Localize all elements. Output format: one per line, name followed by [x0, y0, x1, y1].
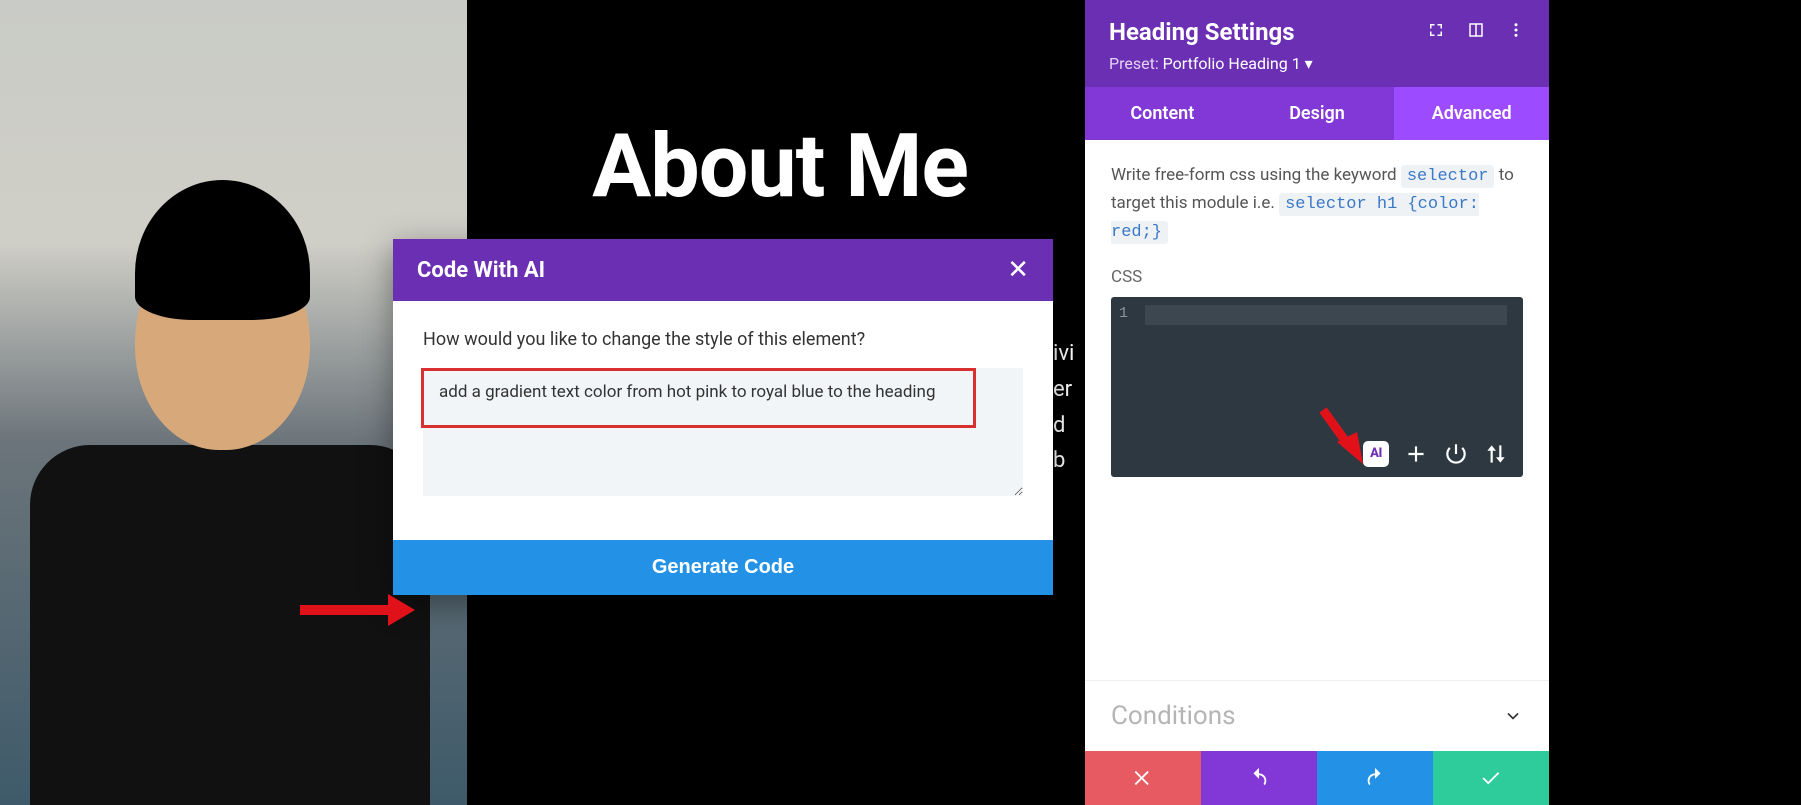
ai-modal-header: Code With AI ✕ [393, 239, 1053, 301]
conditions-label: Conditions [1111, 701, 1236, 731]
preset-line: Preset: Portfolio Heading 1 ▾ [1109, 54, 1525, 73]
css-editor[interactable]: 1 AI [1111, 297, 1523, 477]
tab-content[interactable]: Content [1085, 87, 1240, 140]
code-with-ai-modal: Code With AI ✕ How would you like to cha… [393, 239, 1053, 595]
add-icon[interactable] [1403, 441, 1429, 467]
settings-header: Heading Settings Preset: Portfolio Headi… [1085, 0, 1549, 87]
right-gap [1549, 0, 1801, 805]
preset-label: Preset: [1109, 54, 1159, 73]
css-editor-toolbar: AI [1363, 441, 1509, 467]
heading-settings-panel: Heading Settings Preset: Portfolio Headi… [1085, 0, 1549, 805]
ai-prompt-label: How would you like to change the style o… [423, 329, 1023, 350]
more-icon[interactable] [1507, 21, 1525, 43]
preset-dropdown[interactable]: Portfolio Heading 1 ▾ [1163, 54, 1313, 73]
tab-advanced[interactable]: Advanced [1394, 87, 1549, 140]
settings-action-bar [1085, 751, 1549, 805]
person-body [30, 445, 430, 805]
tab-design[interactable]: Design [1240, 87, 1395, 140]
body-text-fragment: d b [1053, 408, 1075, 478]
sort-arrows-icon[interactable] [1483, 441, 1509, 467]
settings-tabs: Content Design Advanced [1085, 87, 1549, 140]
page-title: About Me [480, 115, 1080, 218]
ai-modal-body: How would you like to change the style o… [393, 301, 1053, 540]
ai-prompt-input[interactable] [423, 368, 1023, 496]
css-hint-pre: Write free-form css using the keyword [1111, 165, 1397, 185]
css-hint-text: Write free-form css using the keyword se… [1111, 162, 1523, 247]
body-text-fragment: er [1053, 372, 1072, 407]
panel-layout-icon[interactable] [1467, 21, 1485, 43]
generate-code-button[interactable]: Generate Code [393, 540, 1053, 595]
redo-button[interactable] [1317, 751, 1433, 805]
css-editor-cursor-line [1145, 305, 1507, 325]
conditions-section-toggle[interactable]: Conditions [1085, 680, 1549, 751]
person-hair [135, 180, 310, 320]
body-text-fragment: ivi [1053, 336, 1074, 371]
css-line-number: 1 [1119, 305, 1128, 322]
ai-modal-title: Code With AI [417, 258, 545, 283]
css-field-label: CSS [1111, 267, 1523, 287]
save-button[interactable] [1433, 751, 1549, 805]
undo-button[interactable] [1201, 751, 1317, 805]
expand-icon[interactable] [1427, 21, 1445, 43]
chevron-down-icon [1503, 706, 1523, 726]
settings-title: Heading Settings [1109, 18, 1295, 46]
settings-body: Write free-form css using the keyword se… [1085, 140, 1549, 680]
ai-code-button[interactable]: AI [1363, 441, 1389, 467]
power-icon[interactable] [1443, 441, 1469, 467]
close-icon[interactable]: ✕ [1007, 257, 1029, 283]
cancel-button[interactable] [1085, 751, 1201, 805]
preset-value: Portfolio Heading 1 [1163, 54, 1301, 73]
css-hint-selector: selector [1401, 165, 1495, 188]
